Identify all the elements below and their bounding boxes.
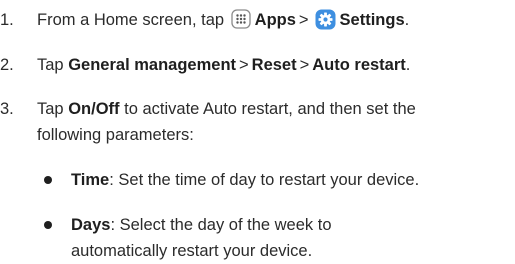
auto-restart-label: Auto restart (312, 56, 406, 74)
on-off-label: On/Off (68, 100, 120, 118)
bullet-description: : Select the day of the week to automati… (71, 216, 332, 260)
bullet-dot (44, 176, 52, 184)
settings-label: Settings (339, 11, 405, 29)
apps-label: Apps (254, 11, 296, 29)
menu-separator: > (299, 56, 310, 74)
step-number: 3. (0, 100, 14, 118)
bullet-description: : Set the time of day to restart your de… (109, 171, 420, 189)
settings-gear-icon (315, 9, 336, 30)
step-text: From a Home screen, tap Apps > Settings. (37, 7, 511, 33)
bullet-term: Time (71, 171, 110, 189)
bullet-text: Days: Select the day of the week to auto… (71, 212, 391, 264)
apps-grid-icon (231, 9, 251, 29)
step-text: Tap On/Off to activate Auto restart, and… (37, 96, 477, 148)
menu-separator: > (239, 56, 249, 74)
step-text: Tap General management > Reset > Auto restar… (37, 52, 511, 78)
step-suffix: . (404, 11, 410, 29)
step-suffix: . (405, 56, 411, 74)
bullet-term: Days (71, 216, 111, 234)
step-prefix: Tap (37, 100, 64, 118)
general-management-label: General management (68, 56, 237, 74)
menu-separator: > (298, 11, 309, 29)
bullet-dot (44, 221, 52, 229)
step-prefix: From a Home screen, tap (37, 11, 229, 29)
step-number: 1. (0, 11, 14, 29)
step-prefix: Tap (37, 56, 64, 74)
bullet-text: Time: Set the time of day to restart you… (71, 167, 511, 193)
reset-label: Reset (251, 56, 297, 74)
step-number: 2. (0, 56, 14, 74)
